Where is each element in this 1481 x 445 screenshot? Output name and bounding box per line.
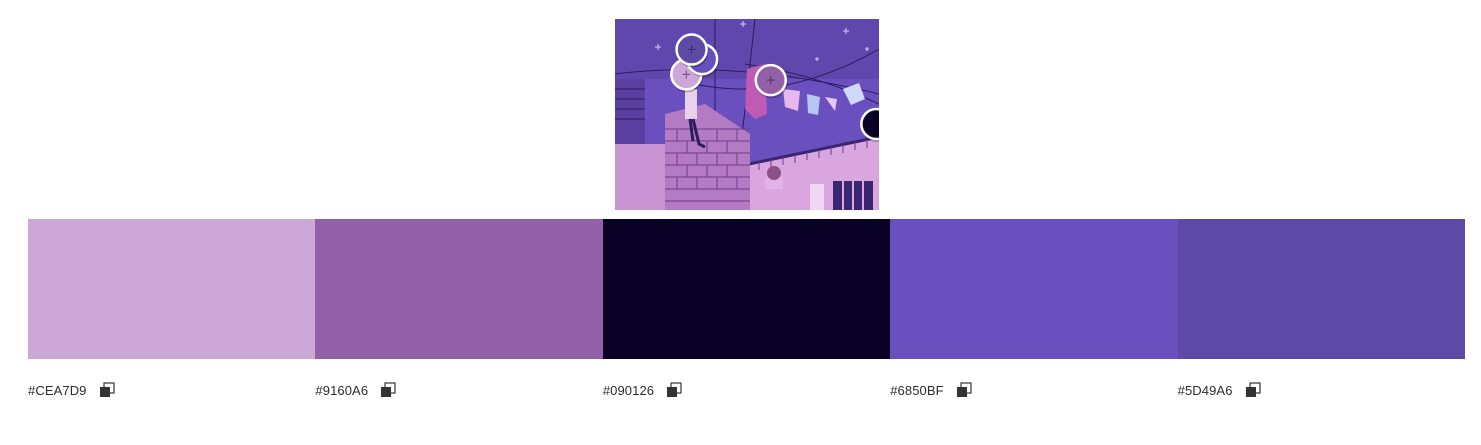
color-picker-marker[interactable] (754, 63, 788, 99)
swatch-label: #6850BF (890, 378, 1177, 402)
hex-value[interactable]: #5D49A6 (1178, 383, 1233, 398)
copy-icon[interactable] (956, 382, 972, 398)
color-picker-marker[interactable] (675, 33, 709, 68)
swatch-label: #CEA7D9 (28, 378, 315, 402)
copy-icon[interactable] (666, 382, 682, 398)
palette-swatches (28, 219, 1466, 359)
source-image (615, 19, 879, 210)
copy-icon[interactable] (1245, 382, 1261, 398)
swatch-label: #9160A6 (315, 378, 602, 402)
hex-value[interactable]: #090126 (603, 383, 654, 398)
hex-value[interactable]: #6850BF (890, 383, 943, 398)
copy-icon[interactable] (99, 382, 115, 398)
color-swatch[interactable] (602, 219, 891, 359)
color-swatch[interactable] (1177, 219, 1466, 359)
hex-value[interactable]: #9160A6 (315, 383, 368, 398)
source-illustration (615, 19, 879, 210)
copy-icon[interactable] (380, 382, 396, 398)
color-swatch[interactable] (890, 219, 1178, 359)
swatch-label: #5D49A6 (1178, 378, 1465, 402)
hex-value[interactable]: #CEA7D9 (28, 383, 87, 398)
swatch-label: #090126 (603, 378, 890, 402)
color-swatch[interactable] (315, 219, 603, 359)
color-swatch[interactable] (28, 219, 316, 359)
palette-labels: #CEA7D9 #9160A6 #090126 #6850BF #5D49A6 (28, 378, 1465, 402)
